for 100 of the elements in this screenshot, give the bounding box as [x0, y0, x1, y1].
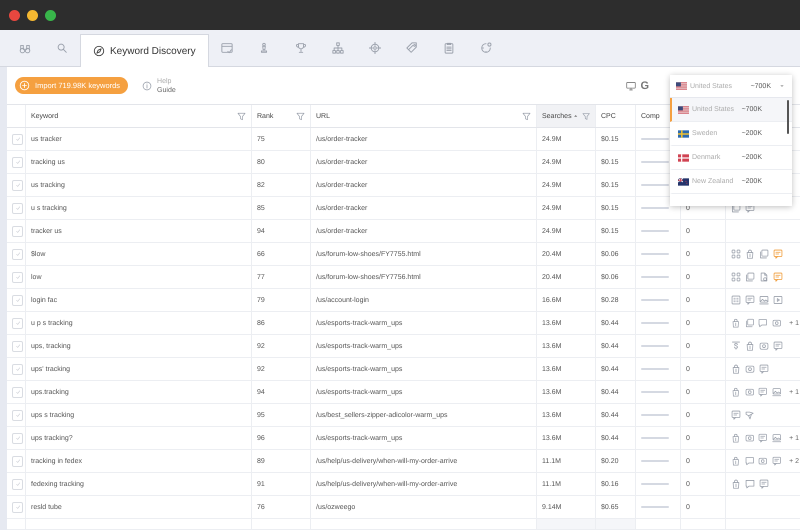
flag-icon [678, 178, 689, 186]
copy-icon[interactable] [745, 272, 755, 282]
copy-icon[interactable] [744, 318, 754, 328]
settings-icon [480, 42, 492, 54]
chat-bubble-icon[interactable] [758, 318, 768, 328]
search-engine-logo[interactable]: G [640, 80, 649, 92]
filter-icon[interactable] [237, 112, 246, 120]
comment-icon[interactable] [758, 387, 768, 397]
grid-icon[interactable] [731, 272, 741, 282]
camera-icon[interactable] [772, 318, 782, 328]
hierarchy-icon [332, 42, 344, 54]
image-icon[interactable] [772, 387, 782, 397]
comment-icon[interactable] [759, 479, 769, 489]
shopping-bag-icon[interactable] [731, 387, 741, 397]
filter-icon[interactable] [582, 112, 590, 120]
row-checkbox[interactable] [12, 248, 23, 260]
shopping-bag-icon[interactable] [731, 479, 741, 489]
price-icon[interactable] [731, 341, 741, 351]
comment-icon[interactable] [758, 433, 768, 443]
filter-icon[interactable] [296, 112, 305, 120]
row-checkbox[interactable] [12, 456, 23, 466]
shopping-bag-icon[interactable] [731, 318, 741, 328]
check-icon [14, 365, 22, 373]
row-checkbox[interactable] [12, 410, 23, 420]
row-checkbox[interactable] [12, 294, 23, 306]
comment-icon[interactable] [773, 341, 783, 351]
check-icon [14, 434, 22, 442]
row-checkbox[interactable] [12, 432, 23, 444]
chat-bubble-icon[interactable] [744, 456, 754, 466]
shopping-bag-icon[interactable] [745, 249, 755, 259]
filter-icon[interactable] [522, 112, 531, 120]
flag-icon [678, 130, 689, 138]
image-icon[interactable] [759, 295, 769, 305]
close-button[interactable] [9, 10, 20, 20]
tag-icon [406, 42, 418, 54]
camera-icon[interactable] [759, 341, 769, 351]
camera-icon[interactable] [745, 364, 755, 374]
check-icon [14, 480, 22, 488]
check-icon [14, 388, 22, 396]
video-icon[interactable] [773, 295, 783, 305]
copy-icon[interactable] [759, 249, 769, 259]
check-icon [14, 158, 22, 166]
check-icon [14, 411, 22, 419]
document-icon[interactable] [759, 272, 769, 282]
row-checkbox[interactable] [12, 134, 23, 144]
check-icon [14, 273, 22, 281]
row-checkbox[interactable] [12, 318, 23, 328]
comment-icon[interactable] [745, 295, 755, 305]
monitor-icon[interactable] [626, 80, 636, 90]
grid-icon[interactable] [731, 249, 741, 259]
shopping-bag-icon[interactable] [731, 364, 741, 374]
minimize-button[interactable] [27, 10, 38, 20]
comment-icon[interactable] [772, 456, 782, 466]
row-checkbox[interactable] [12, 340, 23, 352]
check-icon [14, 204, 22, 212]
row-checkbox[interactable] [12, 502, 23, 512]
compass-icon [93, 45, 105, 57]
sort-icon[interactable] [572, 112, 579, 120]
camera-icon[interactable] [744, 433, 754, 443]
table-icon[interactable] [731, 295, 741, 305]
comment-icon[interactable] [731, 410, 741, 420]
row-checkbox[interactable] [12, 386, 23, 398]
row-checkbox[interactable] [12, 202, 23, 214]
comment-icon[interactable] [773, 272, 783, 282]
shopping-bag-icon[interactable] [745, 341, 755, 351]
check-icon [14, 250, 22, 258]
row-checkbox[interactable] [12, 180, 23, 190]
check-icon [14, 342, 22, 350]
chat-bubble-icon[interactable] [745, 479, 755, 489]
image-icon[interactable] [772, 433, 782, 443]
crosshair-icon [369, 42, 382, 54]
shopping-bag-icon[interactable] [731, 456, 741, 466]
check-icon [14, 296, 22, 304]
trophy-icon [295, 42, 308, 54]
row-checkbox[interactable] [12, 364, 23, 374]
binoculars-icon [18, 42, 30, 54]
comment-icon[interactable] [773, 249, 783, 259]
flag-icon [678, 106, 689, 114]
row-checkbox[interactable] [12, 156, 23, 168]
check-icon [14, 457, 22, 465]
tab[interactable]: Keyword Discovery [80, 34, 209, 67]
check-icon [14, 227, 22, 235]
scrollbar[interactable] [787, 100, 789, 134]
row-checkbox[interactable] [12, 272, 23, 282]
flag-icon [678, 154, 689, 162]
check-icon [14, 181, 22, 189]
row-checkbox[interactable] [12, 226, 23, 236]
comment-icon[interactable] [759, 364, 769, 374]
clipboard-icon [443, 42, 456, 54]
shopping-bag-icon[interactable] [731, 433, 741, 443]
info-icon [142, 80, 152, 90]
plus-icon [19, 80, 30, 91]
check-icon [14, 319, 22, 327]
caret-icon [778, 82, 786, 90]
check-icon [14, 135, 22, 143]
row-checkbox[interactable] [12, 478, 23, 490]
camera-icon[interactable] [744, 387, 754, 397]
browser-window-icon [221, 42, 234, 54]
camera-icon[interactable] [758, 456, 768, 466]
maximize-button[interactable] [45, 10, 56, 20]
